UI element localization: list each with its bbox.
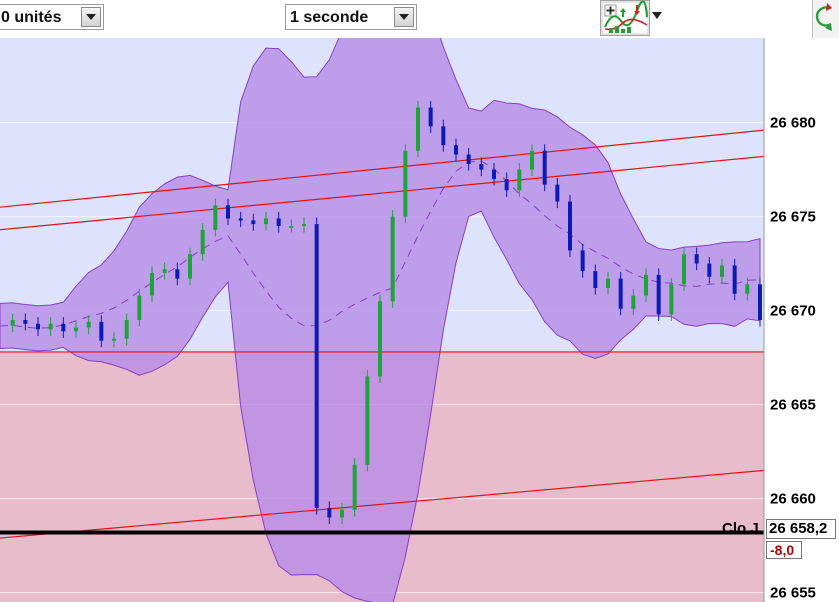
candle-body [137,295,142,320]
candle-body [631,295,636,309]
candle-body [112,338,116,341]
close-price-box: 26 658,2 [766,519,836,539]
candle-body [504,179,509,191]
candle-body [213,205,218,230]
candle-body [441,126,446,146]
candle-body [758,284,762,320]
axis-tick-label: 26 680 [770,115,816,132]
axis-tick-label: 26 665 [770,397,816,414]
candle-body [327,508,332,518]
axis-tick-label: 26 670 [770,303,816,320]
candle-body [36,323,40,330]
candle-body [517,169,522,191]
close-price-value: 26 658,2 [769,520,828,537]
candle-body [479,163,484,170]
close-label: Clo J [722,520,759,537]
candle-body [238,218,243,221]
interval-select-value: 1 seconde [290,9,369,26]
candle-body [276,218,281,226]
refresh-icon [815,3,832,31]
candle-body [606,278,610,289]
candle-body [302,224,306,227]
toolbar: 0 unités 1 seconde [0,0,839,39]
candle-body [530,150,534,170]
candle-body [492,169,496,179]
candle-body [124,320,129,339]
indicator-dropdown-icon[interactable] [652,12,662,19]
chart-indicator-icon [601,0,649,35]
axis-tick-label: 26 655 [770,585,816,602]
candle-body [226,205,230,219]
candle-body [365,376,370,465]
candle-body [732,265,737,294]
indicator-button[interactable] [600,0,650,36]
candle-body [48,323,53,330]
candle-body [568,201,572,251]
candle-body [580,250,585,272]
candle-body [340,509,344,518]
candle-body [403,150,408,217]
candle-body [745,284,750,294]
candle-body [390,216,395,302]
chevron-down-icon[interactable] [81,7,101,27]
candle-body [289,226,294,228]
candle-body [720,265,724,277]
axis-tick-label: 26 675 [770,209,816,226]
candle-body [378,301,382,377]
axis-tick-label: 26 660 [770,491,816,508]
candle-body [150,273,154,296]
units-select-value: 0 unités [1,9,62,26]
units-select[interactable]: 0 unités [0,4,104,30]
candle-body [682,254,686,285]
candle-body [454,145,458,155]
candle-body [694,254,699,264]
candle-body [466,154,471,164]
change-value: -8,0 [770,542,795,558]
candle-body [416,107,420,151]
candle-body [74,327,78,332]
candle-body [86,321,91,328]
candle-body [99,321,104,341]
candle-body [707,263,712,277]
candle-body [314,224,319,508]
change-box: -8,0 [766,541,802,559]
chevron-down-icon[interactable] [394,7,414,27]
interval-select[interactable]: 1 seconde [285,4,417,30]
candle-body [542,150,547,185]
candle-body [175,269,180,279]
candle-body [251,220,256,225]
price-chart[interactable]: 26 680 26 675 26 670 26 665 26 660 26 65… [0,38,839,602]
price-axis: 26 680 26 675 26 670 26 665 26 660 26 65… [763,38,839,602]
candle-body [555,184,560,202]
candle-body [188,254,192,279]
candle-body [669,284,674,315]
candle-body [352,464,357,510]
candle-body [10,320,15,326]
refresh-button[interactable] [812,0,839,38]
candle-body [656,274,661,315]
candle-body [593,271,598,289]
candle-body [644,274,648,296]
candle-body [200,229,205,255]
candle-body [23,320,28,324]
candle-body [618,278,623,309]
candle-body [162,269,167,273]
candle-body [61,323,66,332]
candle-body [264,218,268,225]
candle-body [428,107,433,127]
